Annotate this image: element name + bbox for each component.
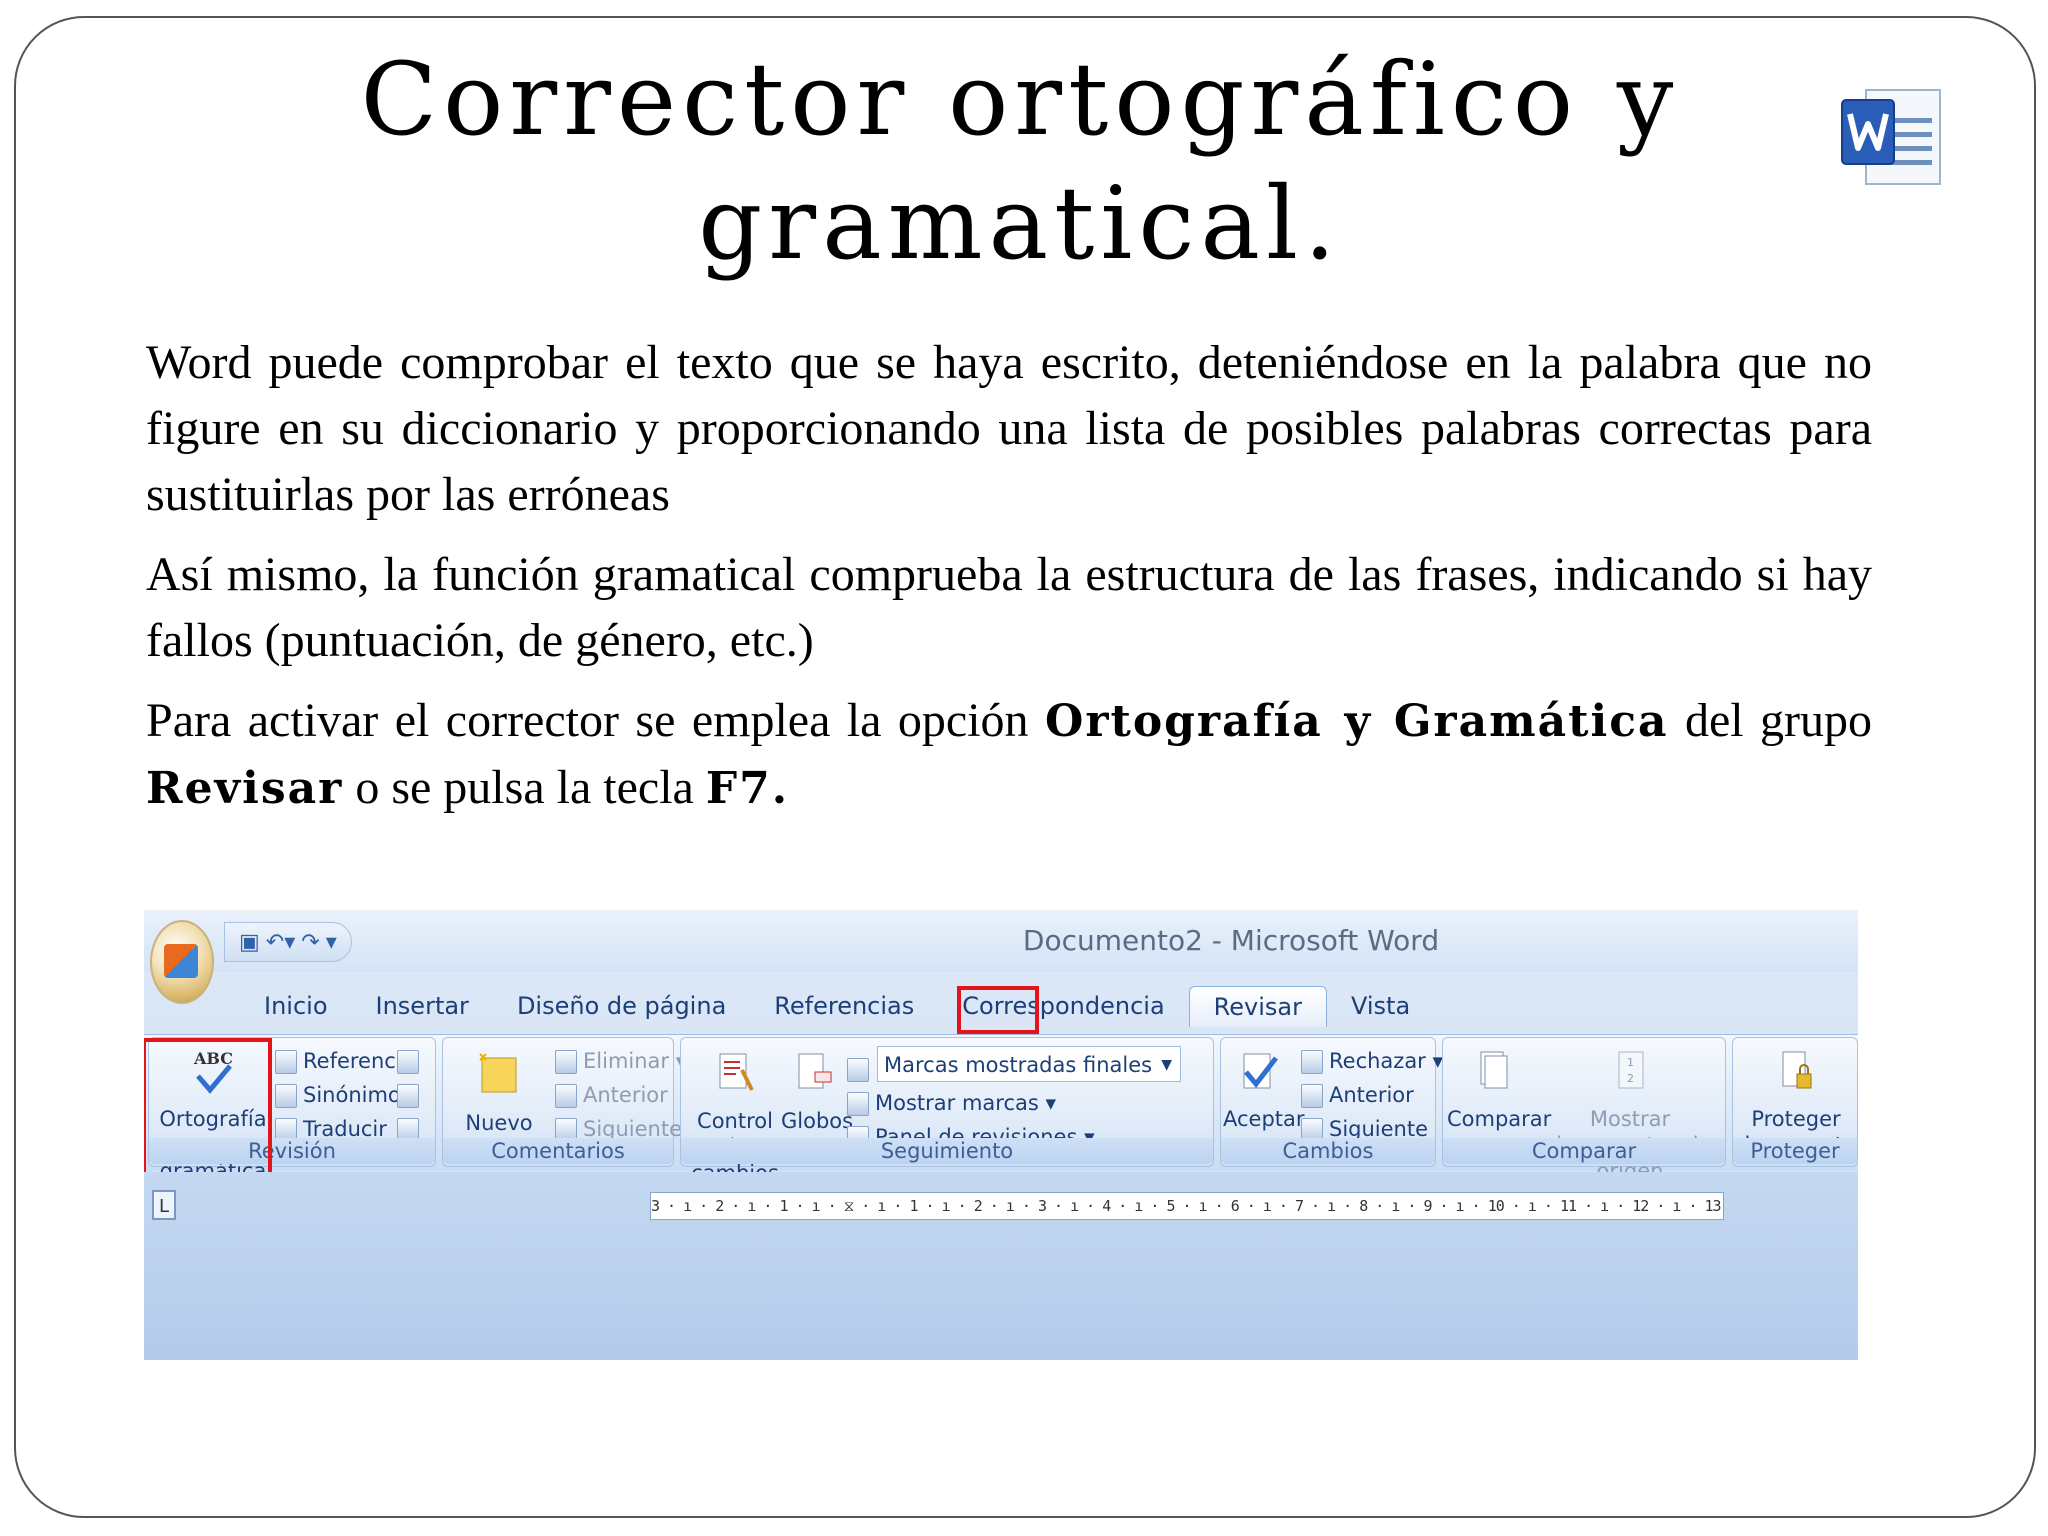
slide-body: Word puede comprobar el texto que se hay… — [146, 330, 1872, 836]
para3-text-2: del grupo — [1668, 694, 1872, 747]
group-seguimiento: Control de cambios Globos Marcas mostrad… — [680, 1037, 1214, 1185]
window-title: Documento2 - Microsoft Word — [1022, 924, 1440, 957]
thesaurus-label: Sinónimos — [303, 1083, 412, 1107]
group-label-cambios: Cambios — [1221, 1138, 1435, 1164]
track-changes-icon — [719, 1053, 754, 1091]
balloons-icon — [798, 1053, 832, 1089]
paragraph-2: Así mismo, la función gramatical comprue… — [146, 548, 1872, 667]
para3-bold-f7: F7. — [705, 763, 790, 814]
translate-tooltip-icon — [397, 1050, 419, 1074]
research-button[interactable]: Referencia — [275, 1046, 415, 1076]
previous-comment-label: Anterior — [583, 1083, 668, 1107]
show-markup-icon — [847, 1092, 869, 1116]
svg-text:1: 1 — [1627, 1056, 1634, 1069]
balloons-label: Globos — [781, 1109, 854, 1133]
tab-inicio[interactable]: Inicio — [240, 986, 352, 1026]
globe-icon — [397, 1084, 419, 1108]
delete-comment-button[interactable]: Eliminar ▾ — [555, 1046, 686, 1076]
undo-icon[interactable]: ↶▾ — [266, 930, 295, 955]
tab-insertar[interactable]: Insertar — [352, 986, 493, 1026]
display-for-review-icon-wrap — [847, 1054, 875, 1084]
reject-x-icon — [1301, 1050, 1323, 1074]
para3-bold-revisar: Revisar — [146, 763, 344, 814]
show-markup-button[interactable]: Mostrar marcas ▾ — [847, 1088, 1056, 1118]
previous-change-icon — [1301, 1084, 1323, 1108]
tab-revisar[interactable]: Revisar — [1188, 986, 1327, 1027]
sticky-note-icon — [479, 1053, 517, 1093]
tab-referencias[interactable]: Referencias — [750, 986, 938, 1026]
group-label-comparar: Comparar — [1443, 1138, 1725, 1164]
group-proteger: Proteger documento Proteger — [1732, 1037, 1858, 1167]
customize-icon[interactable]: ▾ — [326, 930, 337, 955]
accept-check-icon — [1243, 1053, 1278, 1089]
display-for-review-dropdown[interactable]: Marcas mostradas finales ▼ — [877, 1046, 1181, 1082]
thesaurus-button[interactable]: Sinónimos — [275, 1080, 412, 1110]
tab-vista[interactable]: Vista — [1327, 986, 1434, 1026]
accept-button[interactable]: Aceptar — [1223, 1048, 1305, 1132]
group-cambios: Aceptar Rechazar ▾ Anterior Siguiente Ca… — [1220, 1037, 1443, 1167]
para3-text-1: Para activar el corrector se emplea la o… — [146, 694, 1045, 747]
delete-comment-label: Eliminar — [583, 1049, 670, 1073]
quick-access-toolbar: ▣ ↶▾ ↷ ▾ — [224, 922, 352, 962]
paragraph-3: Para activar el corrector se emplea la o… — [146, 688, 1872, 822]
para3-bold-ortografia: Ortografía y Gramática — [1044, 696, 1669, 747]
accept-label: Aceptar — [1223, 1107, 1305, 1131]
group-label-seguimiento: Seguimiento — [681, 1138, 1213, 1164]
word-ribbon-screenshot: Documento2 - Microsoft Word ▣ ↶▾ ↷ ▾ Ini… — [144, 910, 1858, 1360]
display-review-icon — [847, 1058, 869, 1082]
previous-comment-icon — [555, 1084, 577, 1108]
reject-label: Rechazar — [1329, 1049, 1426, 1073]
paragraph-1: Word puede comprobar el texto que se hay… — [146, 336, 1872, 521]
horizontal-ruler[interactable]: 3 · ı · 2 · ı · 1 · ı · ⧖ · ı · 1 · ı · … — [650, 1192, 1724, 1220]
office-logo-icon — [164, 944, 198, 978]
previous-change-button[interactable]: Anterior — [1301, 1080, 1414, 1110]
group-label-comentarios: Comentarios — [443, 1138, 673, 1164]
delete-comment-icon — [555, 1050, 577, 1074]
language-button[interactable] — [397, 1080, 425, 1110]
display-for-review-value: Marcas mostradas finales — [884, 1053, 1153, 1077]
lock-document-icon — [1782, 1051, 1812, 1089]
office-button[interactable] — [150, 920, 214, 1004]
chevron-down-icon: ▼ — [1161, 1057, 1172, 1073]
thesaurus-icon — [275, 1084, 297, 1108]
redo-icon[interactable]: ↷ — [301, 930, 319, 955]
compare-documents-icon — [1480, 1051, 1508, 1089]
word-2007-logo-icon — [1841, 89, 1941, 185]
track-changes-button[interactable]: Control de cambios — [687, 1050, 783, 1186]
group-comparar: Comparar 1 2 Mostrar documentos de orige… — [1442, 1037, 1726, 1183]
para3-text-3: o se pulsa la tecla — [343, 761, 706, 814]
compare-button[interactable]: Comparar — [1447, 1048, 1552, 1132]
previous-change-label: Anterior — [1329, 1083, 1414, 1107]
ribbon-panel: ABC Ortografía y gramática Referencia Si… — [144, 1034, 1858, 1185]
highlight-revisar-tab — [957, 986, 1039, 1034]
tab-selector[interactable]: L — [152, 1190, 176, 1220]
compare-label: Comparar — [1447, 1107, 1552, 1131]
show-markup-label: Mostrar marcas — [875, 1091, 1039, 1115]
balloons-button[interactable]: Globos — [781, 1050, 854, 1134]
tooltip-translate-button[interactable] — [397, 1046, 425, 1076]
save-icon[interactable]: ▣ — [239, 930, 260, 955]
title-bar: Documento2 - Microsoft Word ▣ ↶▾ ↷ ▾ — [144, 910, 1858, 972]
previous-comment-button[interactable]: Anterior — [555, 1080, 668, 1110]
svg-text:2: 2 — [1627, 1072, 1634, 1085]
tab-diseno-pagina[interactable]: Diseño de página — [493, 986, 750, 1026]
slide-title: Corrector ortográfico y gramatical. — [360, 41, 1680, 282]
group-label-proteger: Proteger — [1733, 1138, 1857, 1164]
ruler-area: L 3 · ı · 2 · ı · 1 · ı · ⧖ · ı · 1 · ı … — [144, 1172, 1858, 1360]
research-icon — [275, 1050, 297, 1074]
group-comentarios: Nuevo comentario Eliminar ▾ Anterior Sig… — [442, 1037, 686, 1167]
source-documents-icon: 1 2 — [1618, 1051, 1644, 1089]
reject-button[interactable]: Rechazar ▾ — [1301, 1046, 1443, 1076]
ribbon-tabs: Inicio Insertar Diseño de página Referen… — [240, 986, 1434, 1027]
